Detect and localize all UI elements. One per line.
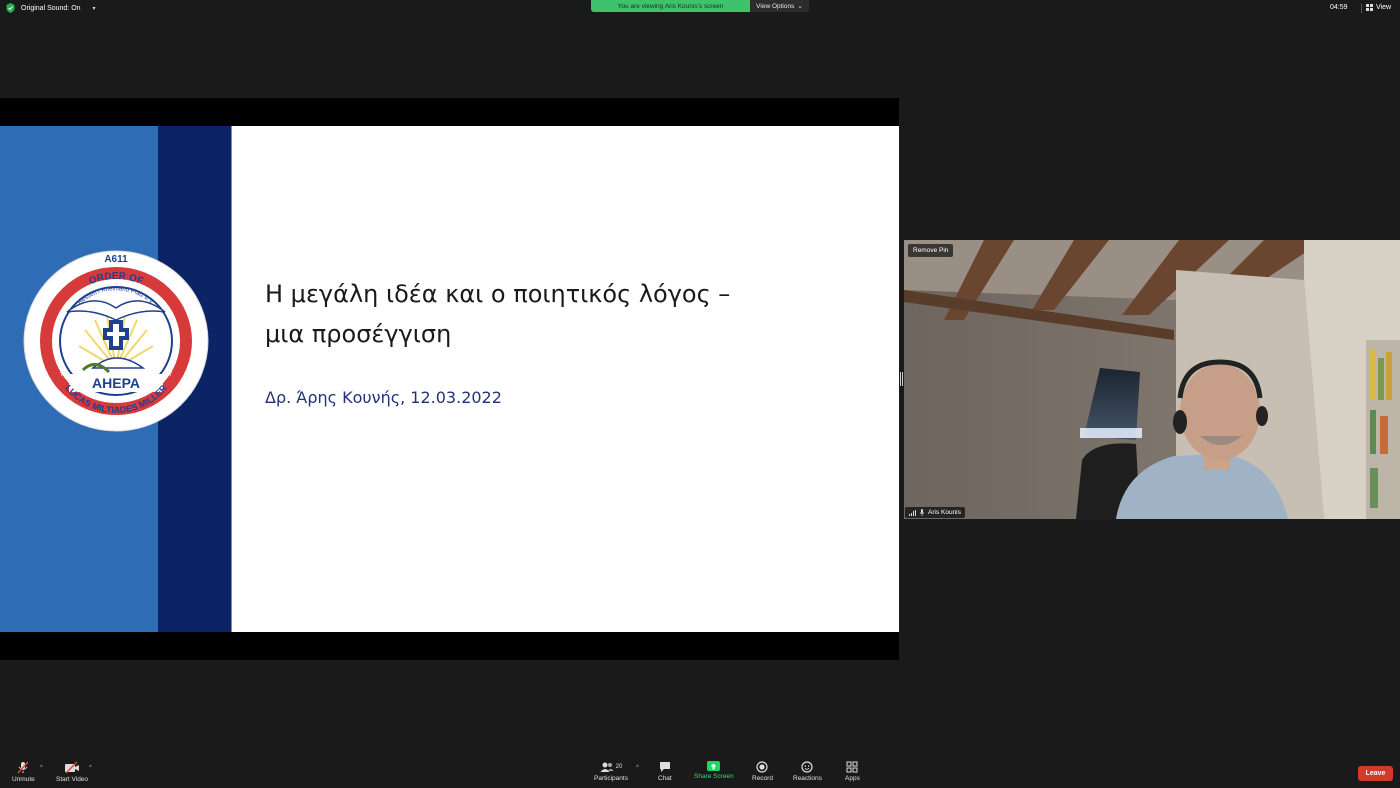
top-bar: Original Sound: On ▾ You are viewing Ari… bbox=[0, 0, 1400, 18]
svg-text:★: ★ bbox=[59, 368, 67, 378]
remove-pin-button[interactable]: Remove Pin bbox=[908, 244, 954, 257]
record-button[interactable]: Record bbox=[752, 761, 773, 782]
share-screen-button[interactable]: Share Screen bbox=[694, 761, 734, 780]
meeting-timer: 04:59 bbox=[1330, 4, 1348, 11]
slide-title-line2: μια προσέγγιση bbox=[265, 320, 452, 348]
presentation-slide: ★ ★ ★ ★ ★ ★ AHEPA A611 Hessen / Rheinlan… bbox=[0, 126, 899, 632]
smiley-icon bbox=[801, 761, 814, 773]
leave-button[interactable]: Leave bbox=[1358, 766, 1393, 781]
participants-options-chevron-icon[interactable]: ^ bbox=[636, 765, 639, 771]
participant-name: Aris Kounis bbox=[928, 509, 961, 516]
participant-video-tile[interactable]: Remove Pin Aris Kounis bbox=[904, 240, 1400, 519]
participants-icon-group: 20 bbox=[600, 761, 623, 773]
unmute-label: Unmute bbox=[12, 776, 35, 783]
audio-options-chevron-icon[interactable]: ^ bbox=[40, 765, 43, 771]
reactions-label: Reactions bbox=[793, 775, 822, 782]
grid-view-icon bbox=[1366, 4, 1373, 11]
apps-icon bbox=[846, 761, 858, 773]
signal-strength-icon bbox=[909, 509, 916, 516]
divider bbox=[1361, 4, 1362, 13]
unmute-button[interactable]: Unmute bbox=[12, 761, 35, 783]
record-label: Record bbox=[752, 775, 773, 782]
shield-check-icon bbox=[6, 3, 15, 13]
video-camera-off-icon bbox=[65, 761, 80, 774]
start-video-button[interactable]: Start Video bbox=[56, 761, 88, 783]
view-options-label: View Options bbox=[756, 2, 795, 10]
apps-button[interactable]: Apps bbox=[845, 761, 860, 782]
slide-title-line1: Η μεγάλη ιδέα και ο ποιητικός λόγος – bbox=[265, 280, 731, 308]
share-screen-icon bbox=[707, 761, 721, 771]
slide-title: Η μεγάλη ιδέα και ο ποιητικός λόγος – μι… bbox=[265, 274, 865, 354]
video-options-chevron-icon[interactable]: ^ bbox=[89, 765, 92, 771]
original-sound-label: Original Sound: On bbox=[21, 4, 81, 12]
microphone-muted-icon bbox=[17, 761, 29, 774]
logo-ahepa-text: AHEPA bbox=[92, 375, 140, 391]
chat-bubble-icon bbox=[659, 762, 670, 772]
resize-handle[interactable] bbox=[900, 372, 903, 386]
logo-code-text: A611 bbox=[104, 254, 128, 265]
viewing-banner: You are viewing Aris Kounis's screen bbox=[591, 0, 750, 12]
chevron-down-icon: ⌄ bbox=[797, 3, 803, 10]
start-video-label: Start Video bbox=[56, 776, 89, 783]
meeting-toolbar: Unmute ^ Start Video ^ 20 Participants ^… bbox=[0, 758, 1400, 788]
shared-screen: ★ ★ ★ ★ ★ ★ AHEPA A611 Hessen / Rheinlan… bbox=[0, 98, 899, 660]
chat-button[interactable]: Chat bbox=[658, 761, 672, 782]
view-options-button[interactable]: View Options ⌄ bbox=[750, 0, 809, 12]
view-button[interactable]: View bbox=[1366, 4, 1391, 11]
chat-label: Chat bbox=[658, 775, 672, 782]
participant-count: 20 bbox=[615, 764, 623, 770]
reactions-button[interactable]: Reactions bbox=[793, 761, 822, 782]
apps-label: Apps bbox=[845, 775, 860, 782]
chevron-down-icon[interactable]: ▾ bbox=[93, 5, 96, 12]
original-sound-toggle[interactable]: Original Sound: On ▾ bbox=[6, 3, 96, 13]
svg-text:★: ★ bbox=[173, 344, 181, 354]
svg-text:★: ★ bbox=[51, 344, 59, 354]
svg-text:★: ★ bbox=[165, 368, 173, 378]
participant-video-feed bbox=[904, 240, 1400, 519]
share-screen-label: Share Screen bbox=[694, 773, 734, 780]
record-icon bbox=[756, 761, 769, 773]
participants-label: Participants bbox=[594, 775, 628, 782]
participants-button[interactable]: 20 Participants bbox=[594, 761, 628, 782]
view-label: View bbox=[1376, 4, 1392, 11]
ahepa-logo: ★ ★ ★ ★ ★ ★ AHEPA A611 Hessen / Rheinlan… bbox=[23, 250, 209, 432]
slide-subtitle: Δρ. Άρης Κουνής, 12.03.2022 bbox=[265, 388, 502, 407]
participants-icon bbox=[600, 762, 614, 772]
microphone-icon bbox=[919, 509, 925, 516]
participant-name-tag: Aris Kounis bbox=[905, 507, 965, 518]
